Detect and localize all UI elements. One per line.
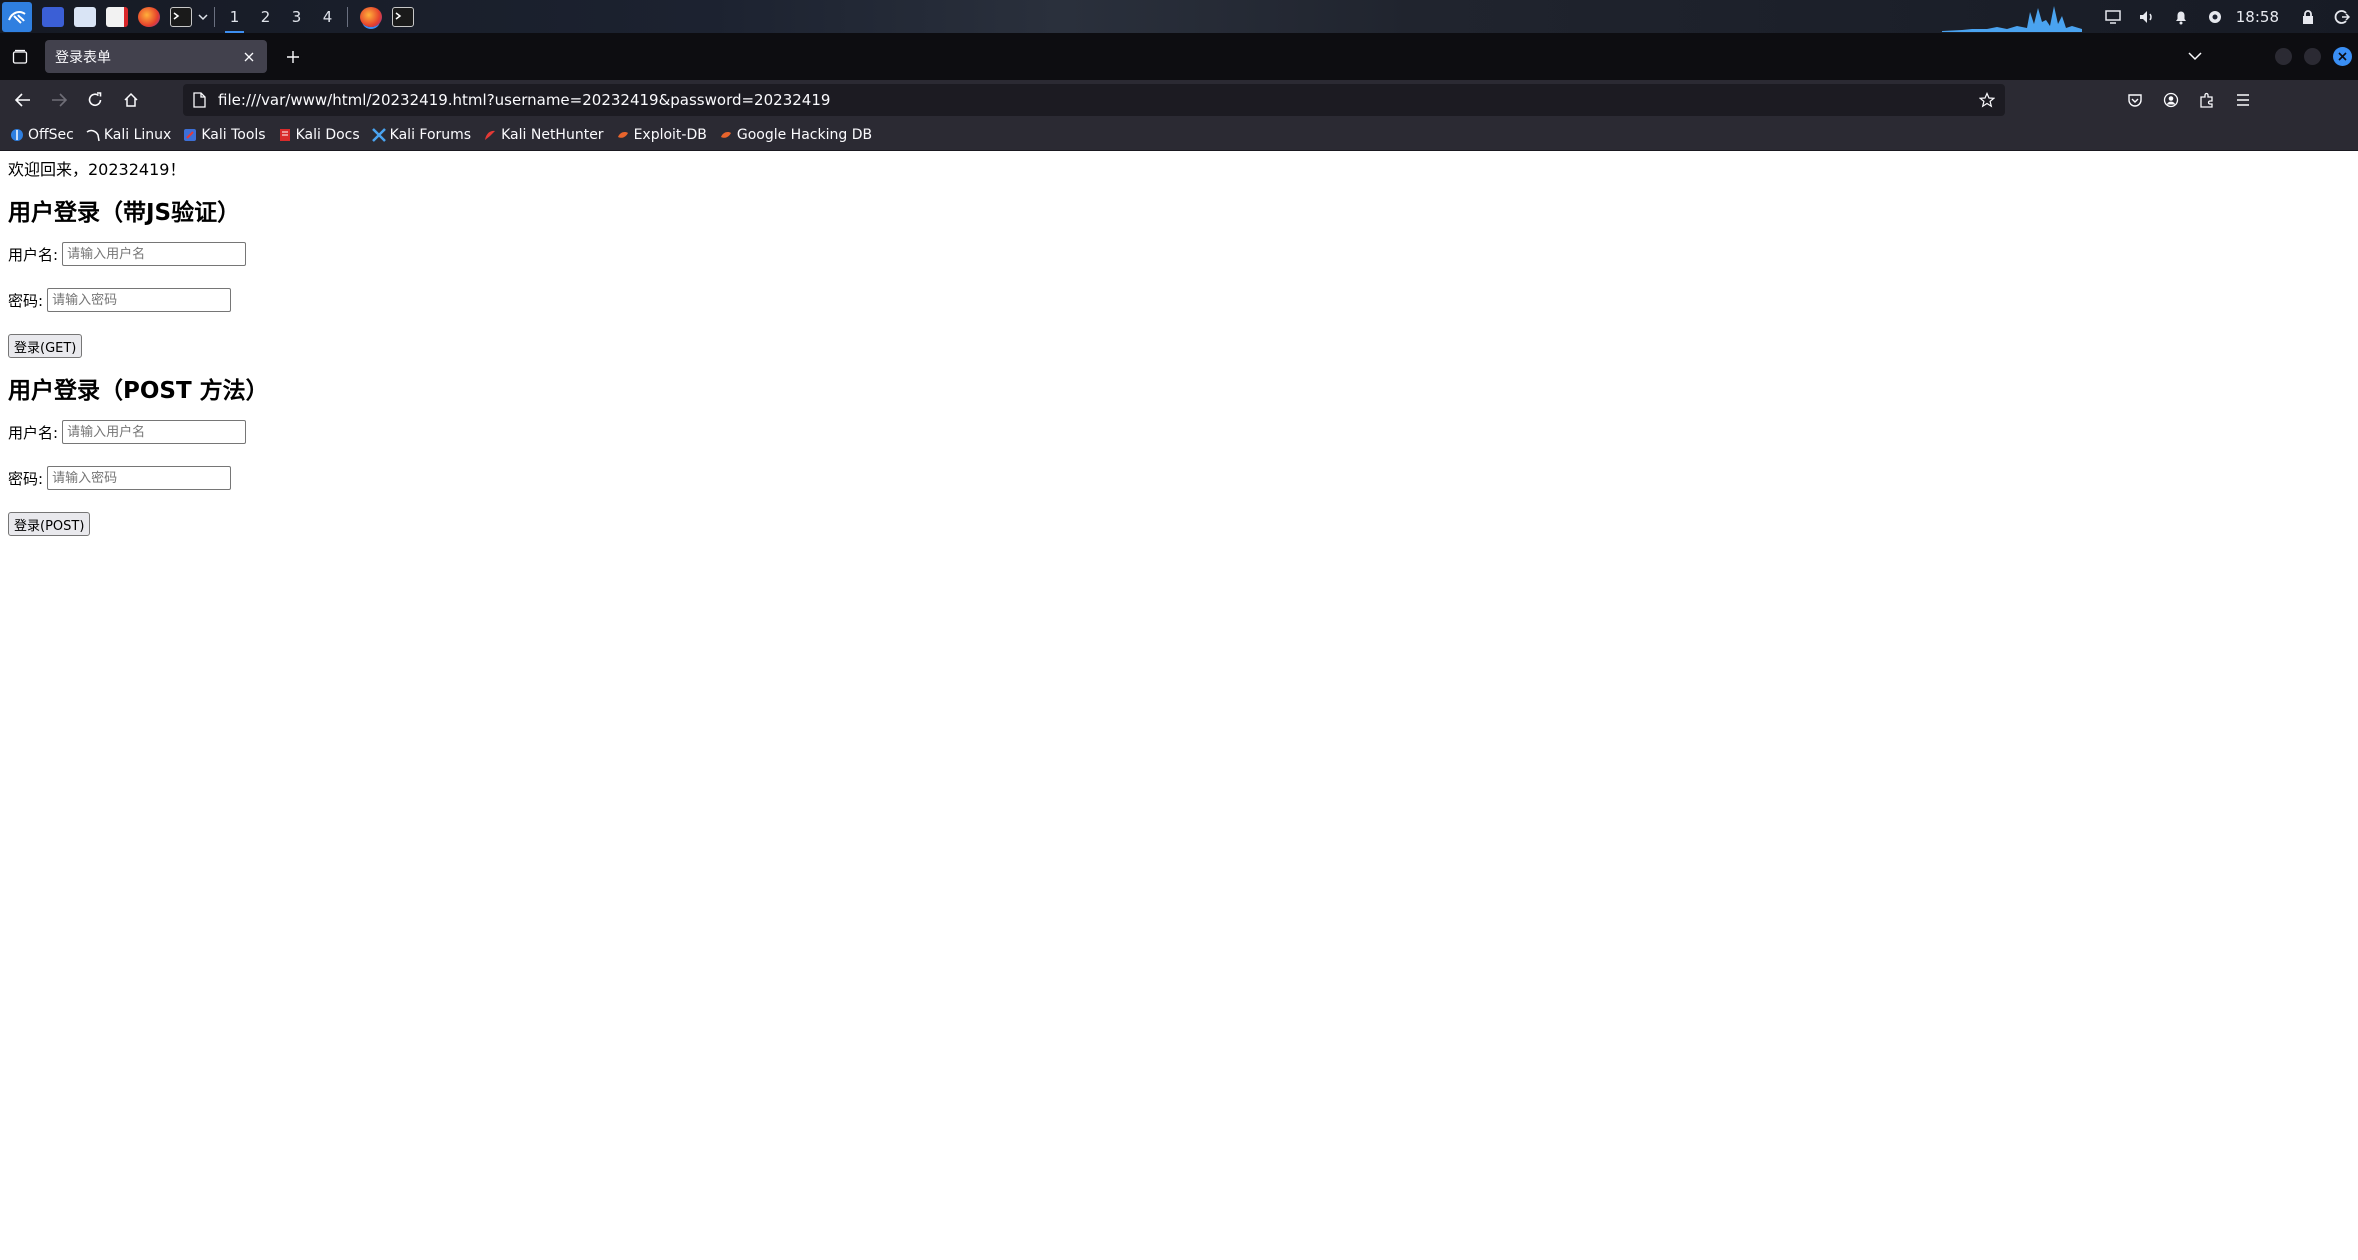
close-tab-icon[interactable]: [241, 49, 257, 65]
desktop-taskbar: 1 2 3 4 18:58: [0, 0, 2358, 33]
chevron-down-icon[interactable]: [196, 0, 210, 33]
url-bar[interactable]: file:///var/www/html/20232419.html?usern…: [183, 84, 2005, 116]
login-form-post: 用户登录（POST 方法） 用户名: 密码: 登录(POST): [8, 376, 2350, 536]
password-input[interactable]: [47, 288, 232, 312]
volume-icon[interactable]: [2137, 7, 2157, 27]
account-icon[interactable]: [2153, 82, 2189, 118]
bookmark-label: Kali NetHunter: [501, 127, 604, 143]
bookmark-kali-nethunter[interactable]: Kali NetHunter: [483, 127, 604, 143]
browser-tab-strip: 登录表单: [0, 33, 2358, 80]
workspace-2[interactable]: 2: [250, 0, 281, 33]
bookmark-offsec[interactable]: OffSec: [10, 127, 74, 143]
bookmark-label: OffSec: [28, 127, 74, 143]
tab-login-form[interactable]: 登录表单: [45, 40, 267, 73]
cpu-graph-icon: [1941, 5, 2082, 32]
url-text[interactable]: file:///var/www/html/20232419.html?usern…: [218, 91, 1979, 109]
bookmark-label: Exploit-DB: [633, 127, 707, 143]
pocket-icon[interactable]: [2117, 82, 2153, 118]
new-tab-button[interactable]: [273, 37, 313, 77]
firefox-icon[interactable]: [138, 6, 160, 27]
firefox-view-icon[interactable]: [0, 33, 40, 80]
kali-tools-icon: [183, 128, 197, 142]
files-icon[interactable]: [74, 6, 96, 27]
taskbar-separator: [214, 6, 215, 27]
hamburger-menu-icon[interactable]: [2225, 82, 2261, 118]
bookmark-exploit-db[interactable]: Exploit-DB: [616, 127, 707, 143]
notification-bell-icon[interactable]: [2171, 7, 2191, 27]
username-label: 用户名:: [8, 245, 59, 264]
password-row: 密码:: [8, 288, 2350, 312]
username-input[interactable]: [62, 420, 247, 444]
username-input[interactable]: [62, 242, 247, 266]
text-editor-icon[interactable]: [106, 6, 128, 27]
extensions-icon[interactable]: [2189, 82, 2225, 118]
display-icon[interactable]: [2103, 7, 2123, 27]
tab-title: 登录表单: [55, 49, 111, 66]
bookmark-label: Google Hacking DB: [736, 127, 873, 143]
minimize-window-button[interactable]: [2275, 48, 2292, 65]
back-button[interactable]: [5, 82, 41, 118]
workspace-3[interactable]: 3: [281, 0, 312, 33]
bookmark-kali-tools[interactable]: Kali Tools: [183, 127, 266, 143]
bookmark-label: Kali Docs: [295, 127, 360, 143]
welcome-message: 欢迎回来，20232419！: [8, 160, 186, 179]
login-form-get: 用户登录（带JS验证） 用户名: 密码: 登录(GET): [8, 198, 2350, 358]
reload-button[interactable]: [77, 82, 113, 118]
workspace-4[interactable]: 4: [312, 0, 343, 33]
firefox-window-icon[interactable]: [360, 6, 382, 27]
taskbar-separator: [347, 6, 348, 27]
home-button[interactable]: [113, 82, 149, 118]
username-row: 用户名:: [8, 420, 2350, 444]
bookmark-kali-forums[interactable]: Kali Forums: [371, 127, 472, 143]
bookmark-label: Kali Tools: [201, 127, 266, 143]
exploitdb-icon: [616, 128, 630, 142]
offsec-icon: [10, 128, 24, 142]
login-get-button[interactable]: 登录(GET): [8, 334, 83, 358]
lock-icon[interactable]: [2298, 7, 2318, 27]
kali-docs-icon: [278, 128, 292, 142]
submit-row: 登录(GET): [8, 334, 2350, 358]
submit-row: 登录(POST): [8, 512, 2350, 536]
forward-button[interactable]: [41, 82, 77, 118]
browser-navigation-bar: file:///var/www/html/20232419.html?usern…: [0, 80, 2358, 120]
password-label: 密码:: [8, 469, 44, 488]
form-get-title: 用户登录（带JS验证）: [8, 200, 241, 226]
password-row: 密码:: [8, 466, 2350, 490]
terminal-window-icon[interactable]: [392, 6, 414, 27]
ghdb-icon: [719, 128, 733, 142]
form-post-title: 用户登录（POST 方法）: [8, 378, 269, 404]
desktop-icon[interactable]: [42, 6, 64, 27]
kali-dragon-icon: [86, 128, 100, 142]
bookmark-kali-docs[interactable]: Kali Docs: [278, 127, 360, 143]
bookmark-label: Kali Forums: [389, 127, 472, 143]
logout-icon[interactable]: [2332, 7, 2352, 27]
page-info-icon[interactable]: [193, 92, 206, 108]
bookmark-kali-linux[interactable]: Kali Linux: [86, 127, 171, 143]
terminal-icon[interactable]: [170, 6, 192, 27]
clock[interactable]: 18:58: [2236, 8, 2279, 26]
nethunter-icon: [483, 128, 497, 142]
page-content: 欢迎回来，20232419！ 用户登录（带JS验证） 用户名: 密码: 登录(G…: [0, 152, 2358, 1260]
close-window-button[interactable]: [2333, 47, 2352, 66]
bookmarks-toolbar: OffSec Kali Linux Kali Tools Kali Docs K…: [0, 120, 2358, 151]
bookmark-label: Kali Linux: [103, 127, 172, 143]
maximize-window-button[interactable]: [2304, 48, 2321, 65]
username-row: 用户名:: [8, 242, 2350, 266]
kali-menu-icon[interactable]: [2, 1, 32, 32]
username-label: 用户名:: [8, 423, 59, 442]
workspace-1[interactable]: 1: [219, 0, 250, 33]
login-post-button[interactable]: 登录(POST): [8, 512, 91, 536]
bookmark-star-icon[interactable]: [1979, 92, 1995, 108]
kali-forums-icon: [371, 128, 386, 142]
bookmark-google-hacking-db[interactable]: Google Hacking DB: [719, 127, 872, 143]
password-label: 密码:: [8, 291, 44, 310]
power-status-icon[interactable]: [2205, 7, 2225, 27]
password-input[interactable]: [47, 466, 232, 490]
list-all-tabs-icon[interactable]: [2175, 52, 2215, 61]
